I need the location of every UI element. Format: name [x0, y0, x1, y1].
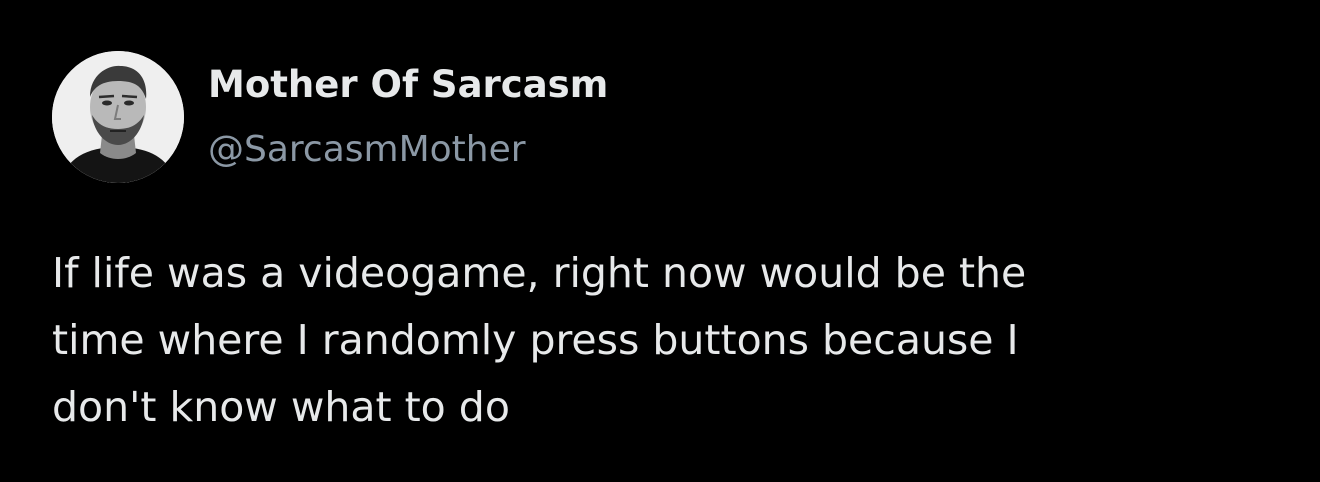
tweet-text-line: time where I randomly press buttons beca…: [52, 316, 1019, 364]
author-display-name[interactable]: Mother Of Sarcasm: [208, 62, 608, 108]
user-avatar-icon: [52, 51, 184, 183]
tweet-card: Mother Of Sarcasm @SarcasmMother If life…: [0, 0, 1320, 482]
tweet-text-line: If life was a videogame, right now would…: [52, 249, 1027, 297]
avatar[interactable]: [52, 51, 184, 183]
tweet-text-line: don't know what to do: [52, 383, 510, 431]
tweet-text: If life was a videogame, right now would…: [52, 240, 1292, 441]
author-handle[interactable]: @SarcasmMother: [208, 128, 526, 172]
